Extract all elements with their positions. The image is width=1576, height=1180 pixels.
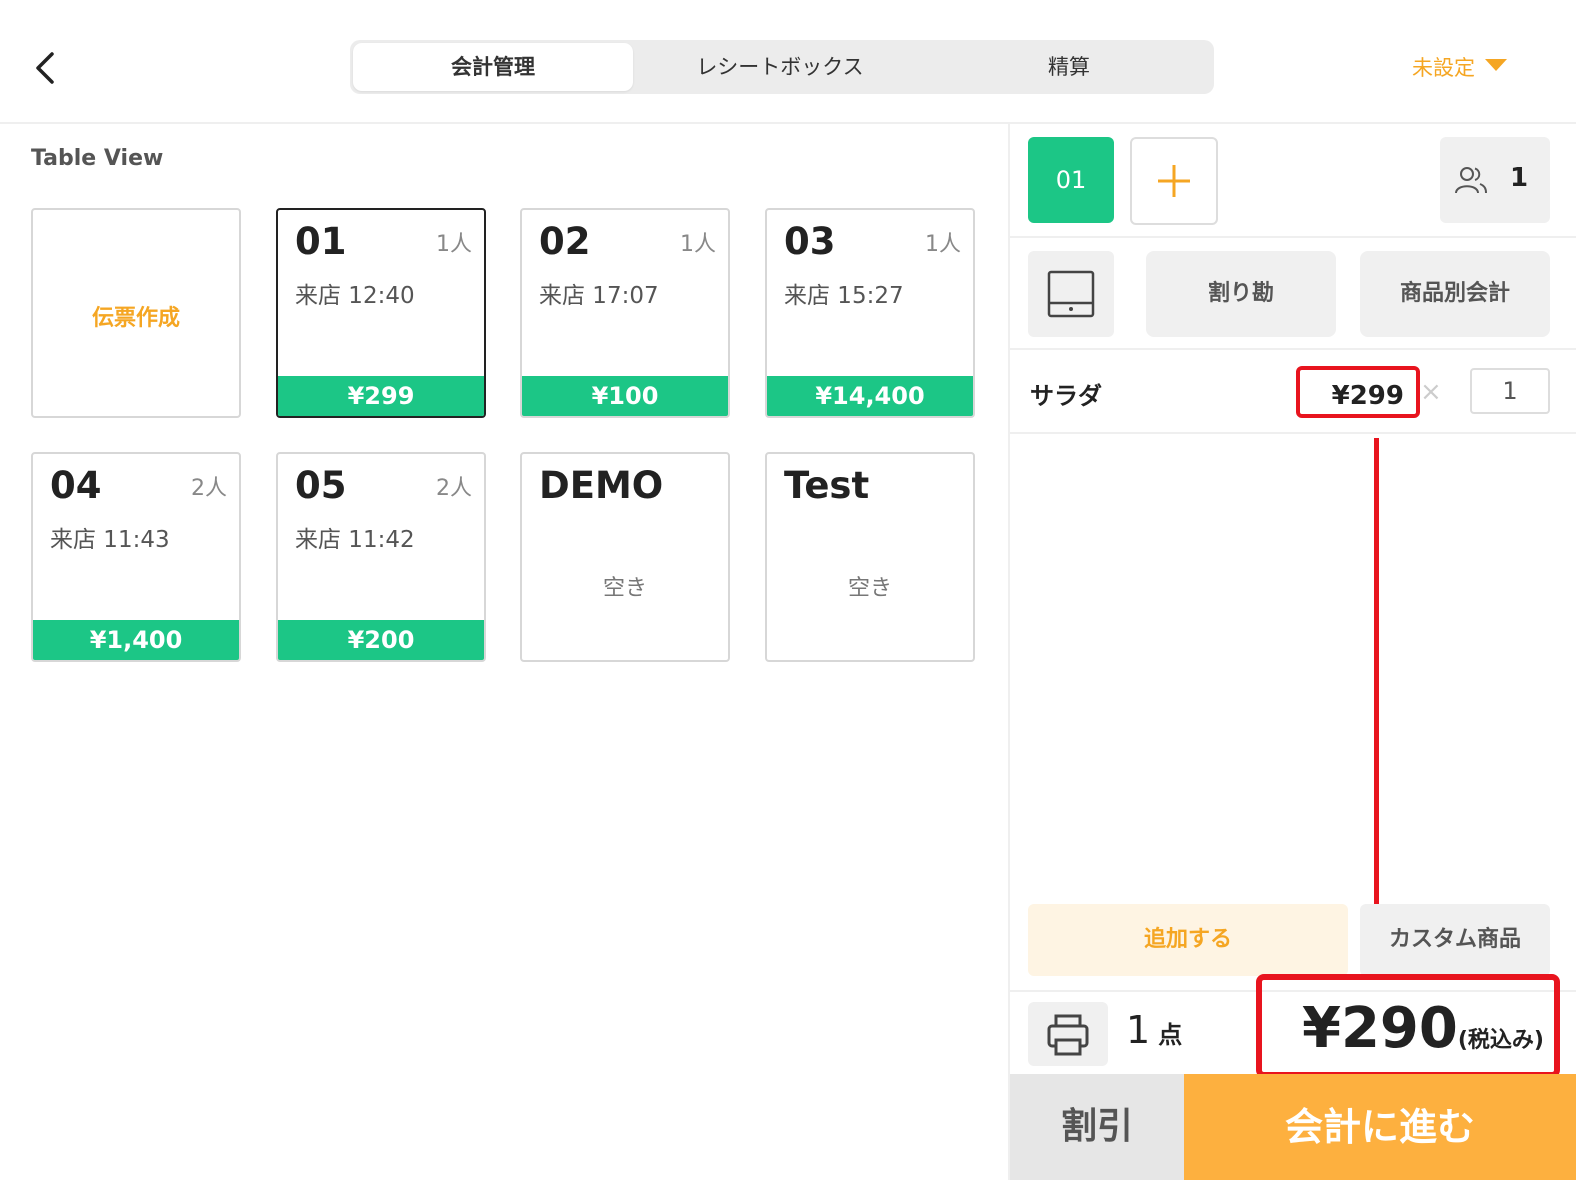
people-count-value: 1 <box>1510 163 1529 193</box>
table-card-test[interactable]: Test 空き <box>765 452 975 662</box>
item-count: 1点 <box>1126 1008 1182 1052</box>
create-slip-label: 伝票作成 <box>91 306 180 331</box>
order-total-value: ¥290 <box>1302 996 1458 1061</box>
cash-drawer-icon <box>1047 270 1095 318</box>
arrival-time: 来店 11:43 <box>50 527 170 553</box>
tax-included-note: (税込み) <box>1457 1028 1544 1053</box>
table-card-04[interactable]: 04 2人 来店 11:43 ¥1,400 <box>31 452 241 662</box>
people-count: 2人 <box>191 476 227 501</box>
order-item-name[interactable]: サラダ <box>1030 376 1102 411</box>
table-card-demo[interactable]: DEMO 空き <box>520 452 730 662</box>
separator <box>1010 432 1576 434</box>
vacant-status: 空き <box>602 576 647 601</box>
table-number: 05 <box>295 464 347 507</box>
people-count-button[interactable]: 1 <box>1440 137 1550 223</box>
order-item-price: ¥299 <box>1296 366 1420 418</box>
table-total: ¥100 <box>522 376 728 416</box>
staff-dropdown[interactable]: 未設定 <box>1412 52 1507 82</box>
tab-accounting[interactable]: 会計管理 <box>353 43 633 91</box>
table-total: ¥14,400 <box>767 376 973 416</box>
table-number: 04 <box>50 464 102 507</box>
table-number: 03 <box>784 220 836 263</box>
order-total: ¥290(税込み) <box>1302 996 1544 1061</box>
total-highlight: ¥290(税込み) <box>1256 974 1560 1078</box>
vacant-status: 空き <box>847 576 892 601</box>
table-total: ¥200 <box>278 620 484 660</box>
table-total: ¥1,400 <box>33 620 239 660</box>
quantity-field[interactable]: 1 <box>1470 368 1550 414</box>
multiply-icon: × <box>1420 377 1442 407</box>
table-number: Test <box>784 464 870 507</box>
split-bill-button[interactable]: 割り勘 <box>1146 251 1336 337</box>
people-count: 2人 <box>436 476 472 501</box>
arrival-time: 来店 12:40 <box>295 283 415 309</box>
arrival-time: 来店 11:42 <box>295 527 415 553</box>
table-view-title: Table View <box>31 146 164 171</box>
plus-icon <box>1158 165 1190 197</box>
people-count: 1人 <box>680 232 716 257</box>
current-table-tab[interactable]: 01 <box>1028 137 1114 223</box>
tab-receipt-box[interactable]: レシートボックス <box>640 43 920 91</box>
tab-settlement[interactable]: 精算 <box>928 43 1210 91</box>
item-count-unit: 点 <box>1158 1021 1183 1049</box>
drawer-button[interactable] <box>1028 251 1114 337</box>
pane-divider <box>1008 122 1010 1180</box>
table-number: 02 <box>539 220 591 263</box>
dropdown-label: 未設定 <box>1412 56 1475 80</box>
table-card-05[interactable]: 05 2人 来店 11:42 ¥200 <box>276 452 486 662</box>
printer-icon <box>1047 1014 1089 1056</box>
mode-tabs: 会計管理 レシートボックス 精算 <box>350 40 1214 94</box>
create-slip-card[interactable]: 伝票作成 <box>31 208 241 418</box>
table-number: DEMO <box>539 464 664 507</box>
table-total: ¥299 <box>278 376 484 416</box>
separator <box>1010 236 1576 238</box>
top-bar: 会計管理 レシートボックス 精算 未設定 <box>0 0 1576 124</box>
checkout-button[interactable]: 会計に進む <box>1184 1074 1576 1180</box>
people-icon <box>1455 167 1487 194</box>
arrival-time: 来店 17:07 <box>539 283 659 309</box>
people-count: 1人 <box>436 232 472 257</box>
print-button[interactable] <box>1028 1002 1108 1066</box>
back-arrow-icon[interactable] <box>28 48 68 88</box>
separator <box>1010 348 1576 350</box>
custom-item-button[interactable]: カスタム商品 <box>1360 904 1550 976</box>
add-item-button[interactable]: 追加する <box>1028 904 1348 976</box>
pay-by-item-button[interactable]: 商品別会計 <box>1360 251 1550 337</box>
chevron-down-icon <box>1485 59 1507 71</box>
table-card-01[interactable]: 01 1人 来店 12:40 ¥299 <box>276 208 486 418</box>
people-count: 1人 <box>925 232 961 257</box>
table-card-03[interactable]: 03 1人 来店 15:27 ¥14,400 <box>765 208 975 418</box>
item-count-value: 1 <box>1126 1008 1151 1052</box>
annotation-arrow <box>1374 438 1379 948</box>
arrival-time: 来店 15:27 <box>784 283 904 309</box>
table-number: 01 <box>295 220 347 263</box>
discount-button[interactable]: 割引 <box>1010 1074 1184 1180</box>
table-card-02[interactable]: 02 1人 来店 17:07 ¥100 <box>520 208 730 418</box>
add-table-button[interactable] <box>1130 137 1218 225</box>
